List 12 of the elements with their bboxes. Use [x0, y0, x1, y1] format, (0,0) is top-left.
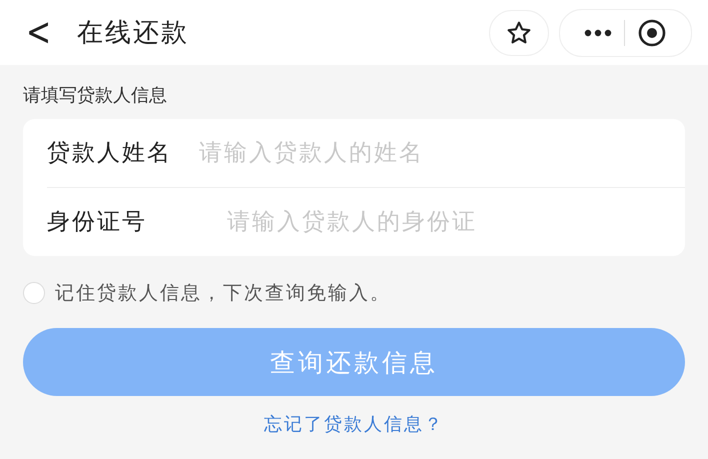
field-label: 贷款人姓名: [47, 140, 173, 166]
back-button[interactable]: <: [22, 10, 56, 56]
forgot-link[interactable]: 忘记了贷款人信息？: [264, 412, 444, 436]
checkbox[interactable]: [23, 282, 45, 304]
page-title: 在线还款: [77, 17, 190, 50]
field-label: 身份证号: [47, 208, 148, 236]
target-icon: [637, 18, 667, 48]
remember-label: 记住贷款人信息，下次查询免输入。: [55, 281, 391, 306]
section-title: 请填写贷款人信息: [23, 84, 168, 108]
favorite-button[interactable]: [489, 10, 549, 56]
more-icon: [584, 28, 612, 36]
star-icon: [506, 20, 532, 46]
